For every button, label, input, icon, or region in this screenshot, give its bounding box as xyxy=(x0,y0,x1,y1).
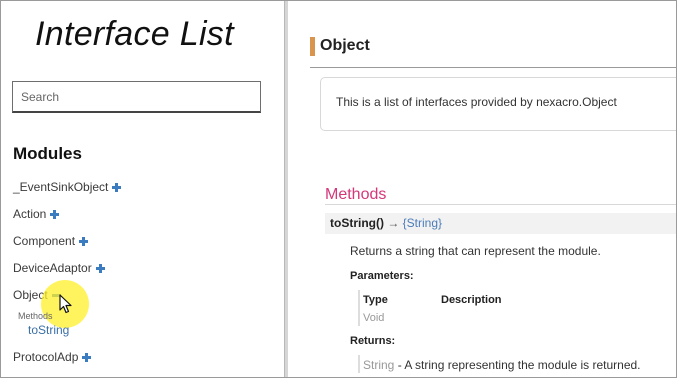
module-item-action[interactable]: Action xyxy=(13,207,60,221)
parameters-indent-bar xyxy=(358,290,360,326)
object-title: Object xyxy=(320,37,370,54)
sidebar: Interface List Modules _EventSinkObject … xyxy=(1,1,277,377)
returns-text: - A string representing the module is re… xyxy=(394,358,641,372)
returns-label: Returns: xyxy=(350,335,396,347)
search-input[interactable] xyxy=(12,81,261,113)
modules-heading: Modules xyxy=(13,144,82,163)
methods-section-label: Methods xyxy=(18,311,53,321)
module-item-deviceadaptor[interactable]: DeviceAdaptor xyxy=(13,261,105,275)
content-pane: Object This is a list of interfaces prov… xyxy=(288,1,676,377)
param-header-description: Description xyxy=(441,294,502,306)
return-type-link[interactable]: {String} xyxy=(403,216,442,230)
module-label: Action xyxy=(13,207,47,221)
module-item-component[interactable]: Component xyxy=(13,234,89,248)
title-accent-bar xyxy=(310,37,315,56)
module-label: ProtocolAdp xyxy=(13,350,79,364)
plus-icon[interactable] xyxy=(50,210,60,219)
module-label: Component xyxy=(13,234,76,248)
methods-heading: Methods xyxy=(325,186,387,203)
object-description: This is a list of interfaces provided by… xyxy=(336,95,617,109)
module-item-protocoladp[interactable]: ProtocolAdp xyxy=(13,350,92,364)
module-label: DeviceAdaptor xyxy=(13,261,92,275)
method-signature: toString() → {String} xyxy=(330,216,442,230)
mouse-cursor-icon xyxy=(59,294,72,314)
page-title: Interface List xyxy=(35,15,234,53)
plus-icon[interactable] xyxy=(79,237,89,246)
plus-icon[interactable] xyxy=(112,183,122,192)
app-window: Interface List Modules _EventSinkObject … xyxy=(0,0,677,378)
plus-icon[interactable] xyxy=(95,264,105,273)
method-name: toString() xyxy=(330,216,384,230)
module-label: _EventSinkObject xyxy=(13,180,109,194)
method-description: Returns a string that can represent the … xyxy=(350,244,601,258)
returns-indent-bar xyxy=(358,355,360,373)
method-link-tostring[interactable]: toString xyxy=(28,323,69,337)
returns-line: String - A string representing the modul… xyxy=(363,358,641,372)
returns-type: String xyxy=(363,358,395,372)
param-header-type: Type xyxy=(363,294,388,306)
methods-divider xyxy=(325,204,676,205)
title-divider xyxy=(310,67,676,68)
module-item-eventsinkobject[interactable]: _EventSinkObject xyxy=(13,180,122,194)
plus-icon[interactable] xyxy=(82,353,92,362)
return-arrow: → xyxy=(387,216,400,230)
parameters-label: Parameters: xyxy=(350,270,414,282)
param-type-value: Void xyxy=(363,312,385,324)
